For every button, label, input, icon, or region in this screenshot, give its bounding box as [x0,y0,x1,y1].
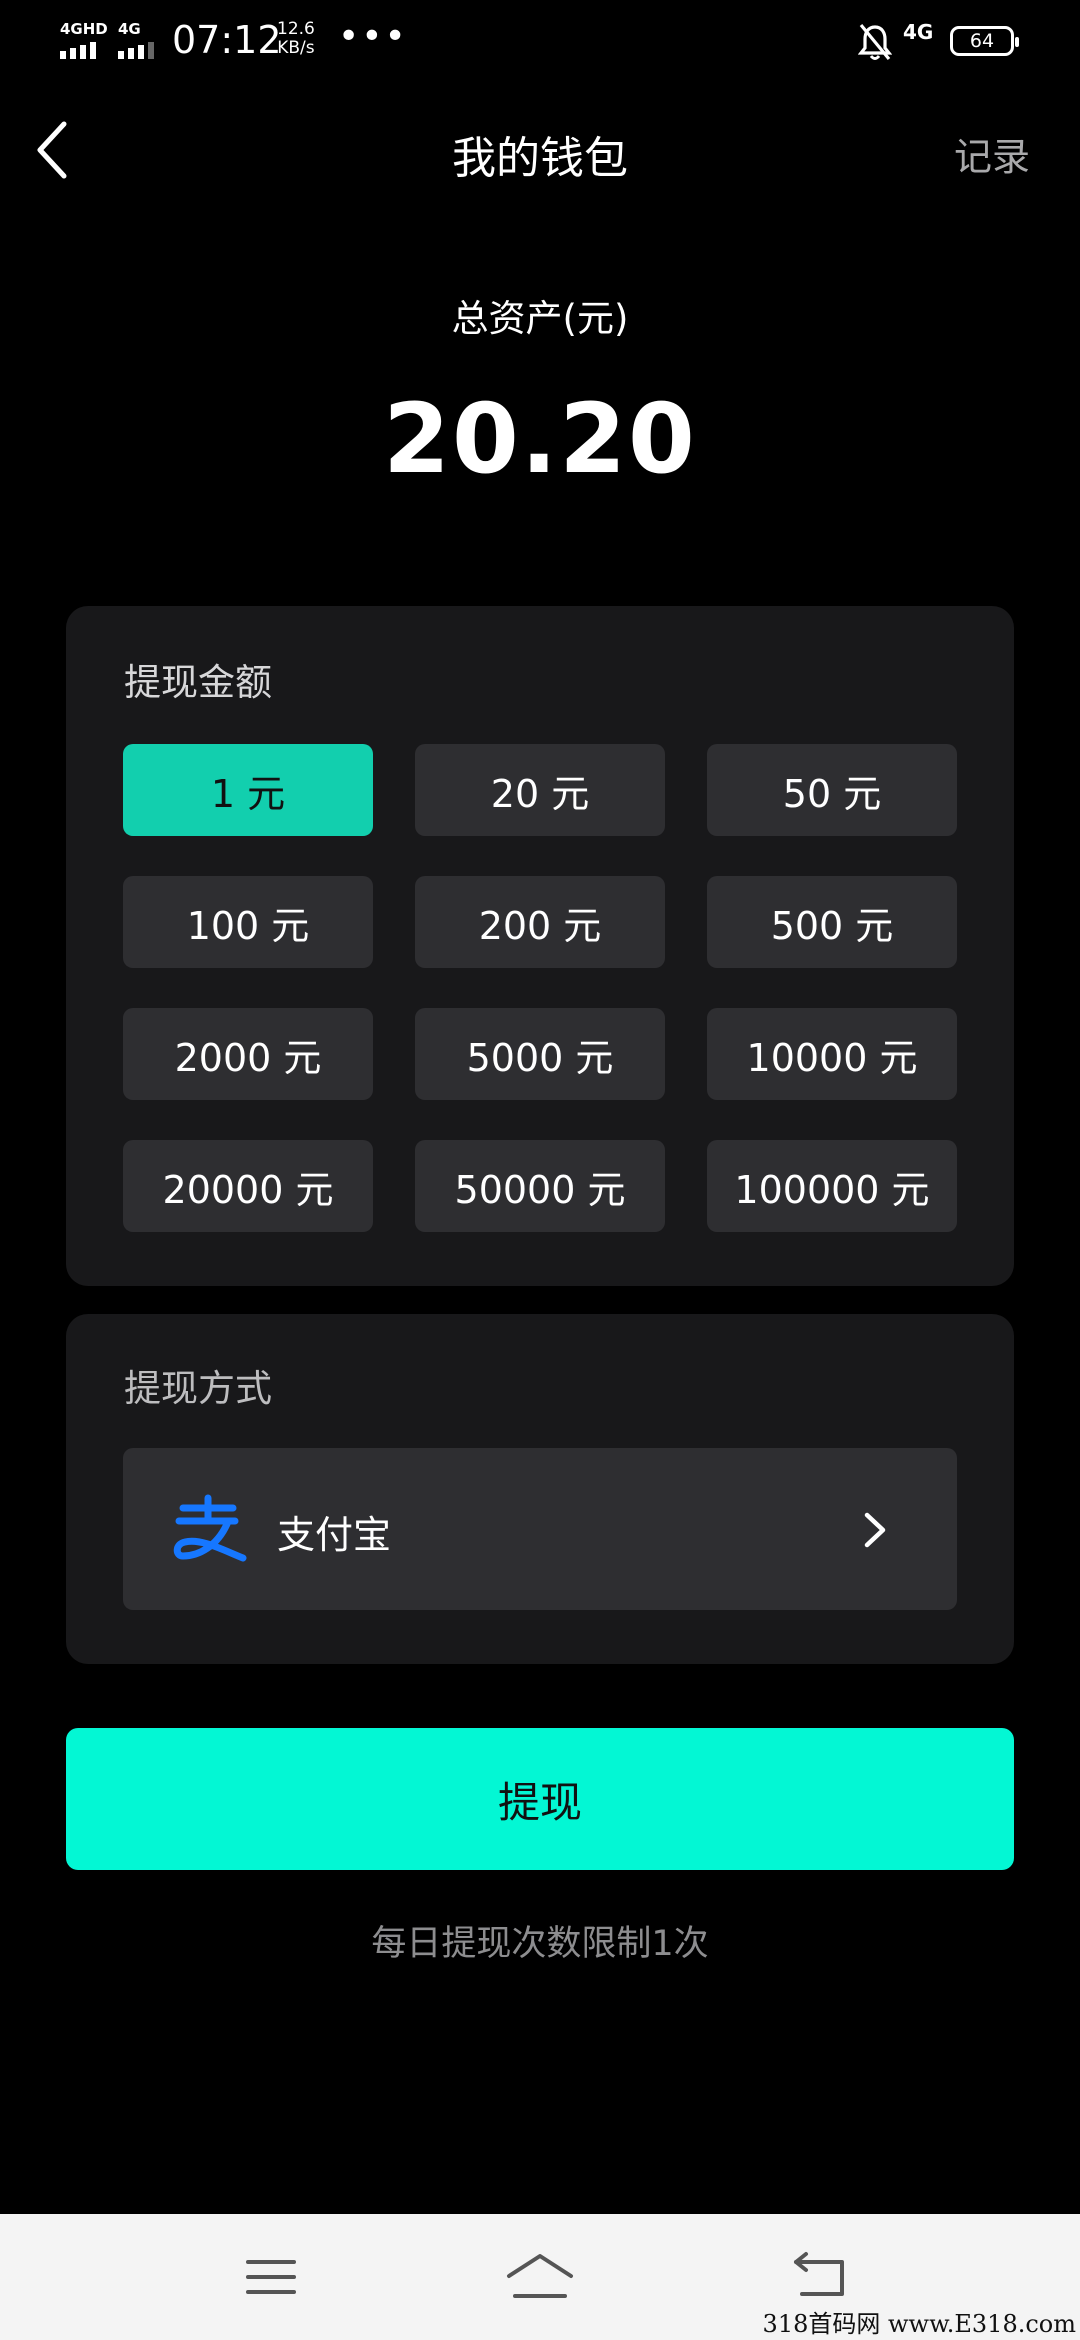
page-title: 我的钱包 [452,133,628,184]
withdraw-button[interactable]: 提现 [66,1728,1014,1870]
daily-limit-note: 每日提现次数限制1次 [371,1924,709,1964]
amount-option[interactable]: 50 元 [707,744,957,836]
alipay-method-row[interactable]: 支付宝 [123,1448,957,1610]
chevron-right-icon [864,1512,886,1548]
battery-level: 64 [969,30,995,52]
amount-option[interactable]: 100 元 [123,876,373,968]
alipay-label: 支付宝 [277,1513,392,1557]
network-type-1: 4GHD [60,20,108,38]
back-icon[interactable] [788,2250,858,2304]
amount-option[interactable]: 200 元 [415,876,665,968]
records-link[interactable]: 记录 [954,126,1030,181]
clock: 07:12 [172,18,282,62]
withdraw-amount-title: 提现金额 [124,661,272,704]
top-app-bar: 我的钱包 记录 [0,100,1080,200]
total-assets-value: 20.20 [383,383,697,495]
amount-option[interactable]: 10000 元 [707,1008,957,1100]
home-icon[interactable] [505,2250,575,2304]
speed-unit: KB/s [277,38,315,58]
amount-option[interactable]: 20000 元 [123,1140,373,1232]
amount-option[interactable]: 50000 元 [415,1140,665,1232]
battery-icon: 64 [950,26,1019,56]
status-bar: 4GHD 4G 07:12 12.6 KB/s ••• 4G 64 [0,0,1080,84]
signal-indicator: 4GHD 4G [60,20,160,60]
bell-off-icon [858,23,892,61]
withdraw-method-title: 提现方式 [124,1367,272,1410]
network-speed: 12.6 KB/s [277,20,315,58]
more-notifications-icon: ••• [338,16,408,57]
network-type-2: 4G [118,20,141,38]
amount-option[interactable]: 100000 元 [707,1140,957,1232]
watermark: 318首码网 www.E318.com [762,2310,1076,2338]
withdraw-method-card: 提现方式 支付宝 [66,1314,1014,1664]
wallet-screen: 4GHD 4G 07:12 12.6 KB/s ••• 4G 64 我的钱包 记… [0,0,1080,2340]
amount-option[interactable]: 20 元 [415,744,665,836]
amount-option-selected[interactable]: 1 元 [123,744,373,836]
amount-options-grid: 1 元 20 元 50 元 100 元 200 元 500 元 2000 元 5… [123,744,957,1232]
alipay-icon [173,1494,247,1562]
withdraw-amount-card: 提现金额 1 元 20 元 50 元 100 元 200 元 500 元 200… [66,606,1014,1286]
total-assets-label: 总资产(元) [451,297,629,340]
speed-value: 12.6 [277,19,315,39]
signal-bars-icon [60,42,96,59]
mobile-data-indicator: 4G [903,20,934,44]
signal-bars-2-icon [118,42,154,59]
amount-option[interactable]: 500 元 [707,876,957,968]
amount-option[interactable]: 5000 元 [415,1008,665,1100]
menu-icon[interactable] [236,2250,306,2304]
amount-option[interactable]: 2000 元 [123,1008,373,1100]
